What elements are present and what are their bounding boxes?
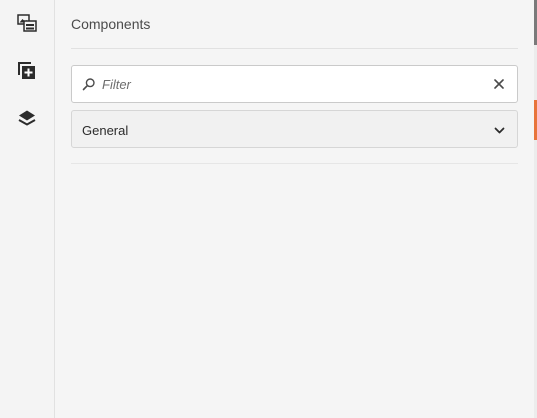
components-icon (17, 61, 37, 81)
divider (71, 48, 518, 49)
filter-input[interactable] (102, 66, 482, 102)
panel-title: Components (71, 16, 151, 32)
content-tree-button[interactable] (13, 104, 41, 132)
list-divider (71, 163, 518, 164)
layers-icon (17, 108, 37, 128)
components-panel: Components General (55, 0, 537, 418)
component-group-value: General (82, 123, 129, 138)
assets-icon (17, 14, 37, 32)
component-group-select[interactable]: General (71, 110, 518, 148)
clear-icon[interactable] (491, 76, 507, 92)
chevron-down-icon (494, 123, 505, 141)
side-rail (0, 0, 55, 418)
search-icon (82, 77, 96, 96)
assets-button[interactable] (13, 9, 41, 37)
filter-field[interactable] (71, 65, 518, 103)
components-button[interactable] (13, 57, 41, 85)
